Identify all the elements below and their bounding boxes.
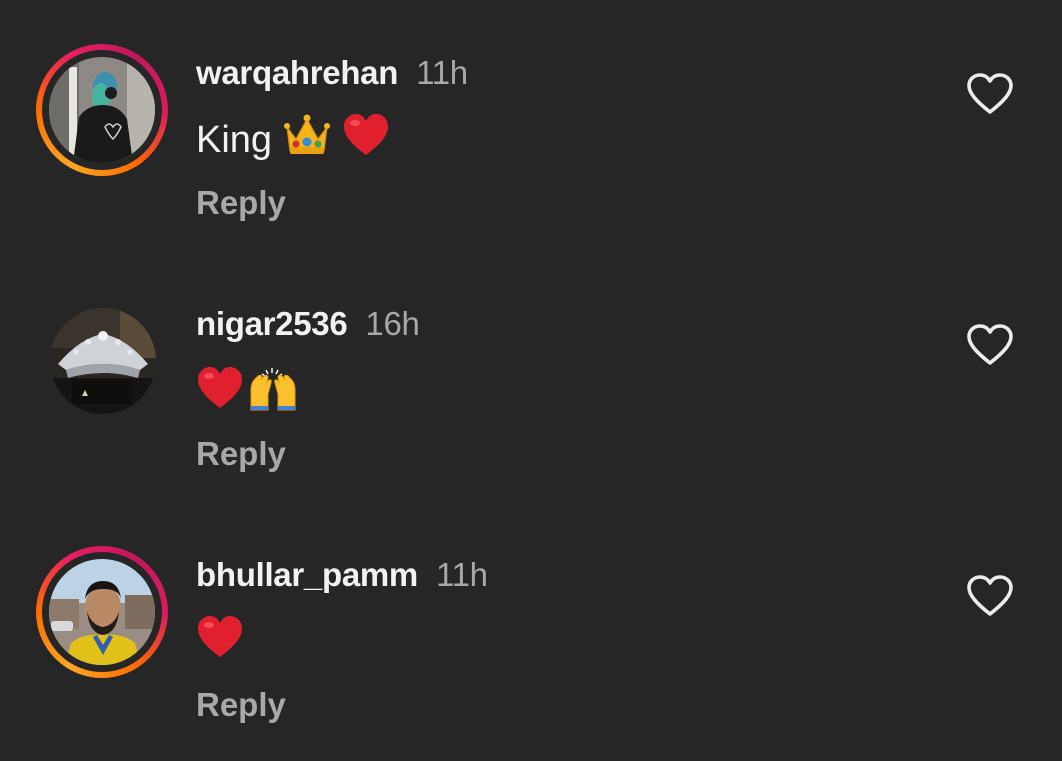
- username[interactable]: warqahrehan: [196, 54, 398, 91]
- avatar[interactable]: [36, 295, 168, 427]
- comment-header: nigar2536 16h: [196, 305, 420, 343]
- comment-item: bhullar_pamm 11h Reply: [0, 502, 1062, 752]
- avatar-image: [49, 57, 155, 163]
- timestamp: 16h: [365, 305, 420, 342]
- crown-emoji: [284, 113, 331, 167]
- raising-hands-emoji: [248, 364, 298, 422]
- username[interactable]: nigar2536: [196, 305, 348, 342]
- reply-button[interactable]: Reply: [196, 686, 286, 724]
- red-heart-emoji: [196, 615, 244, 669]
- like-button[interactable]: [966, 323, 1014, 367]
- red-heart-emoji: [196, 366, 244, 420]
- like-button[interactable]: [966, 574, 1014, 618]
- timestamp: 11h: [416, 54, 468, 91]
- comment-text-label: King: [196, 118, 273, 161]
- red-heart-emoji: [342, 113, 390, 167]
- comment-text: King: [196, 113, 390, 167]
- like-button[interactable]: [966, 72, 1014, 116]
- timestamp: 11h: [435, 556, 488, 593]
- username[interactable]: bhullar_pamm: [196, 556, 418, 593]
- comment-header: bhullar_pamm 11h: [196, 556, 488, 594]
- heart-outline-icon: [967, 324, 1013, 365]
- reply-button[interactable]: Reply: [196, 435, 286, 473]
- heart-outline-icon: [967, 73, 1013, 114]
- comment-header: warqahrehan 11h: [196, 54, 468, 92]
- comment-text: [196, 615, 244, 669]
- avatar-image: [49, 559, 155, 665]
- avatar-image: [50, 308, 156, 414]
- reply-button[interactable]: Reply: [196, 184, 286, 222]
- heart-outline-icon: [967, 575, 1013, 616]
- comment-text: [196, 364, 298, 422]
- avatar[interactable]: [36, 546, 168, 678]
- avatar[interactable]: [36, 44, 168, 176]
- comment-item: warqahrehan 11h King Reply: [0, 0, 1062, 250]
- comment-item: nigar2536 16h Reply: [0, 251, 1062, 501]
